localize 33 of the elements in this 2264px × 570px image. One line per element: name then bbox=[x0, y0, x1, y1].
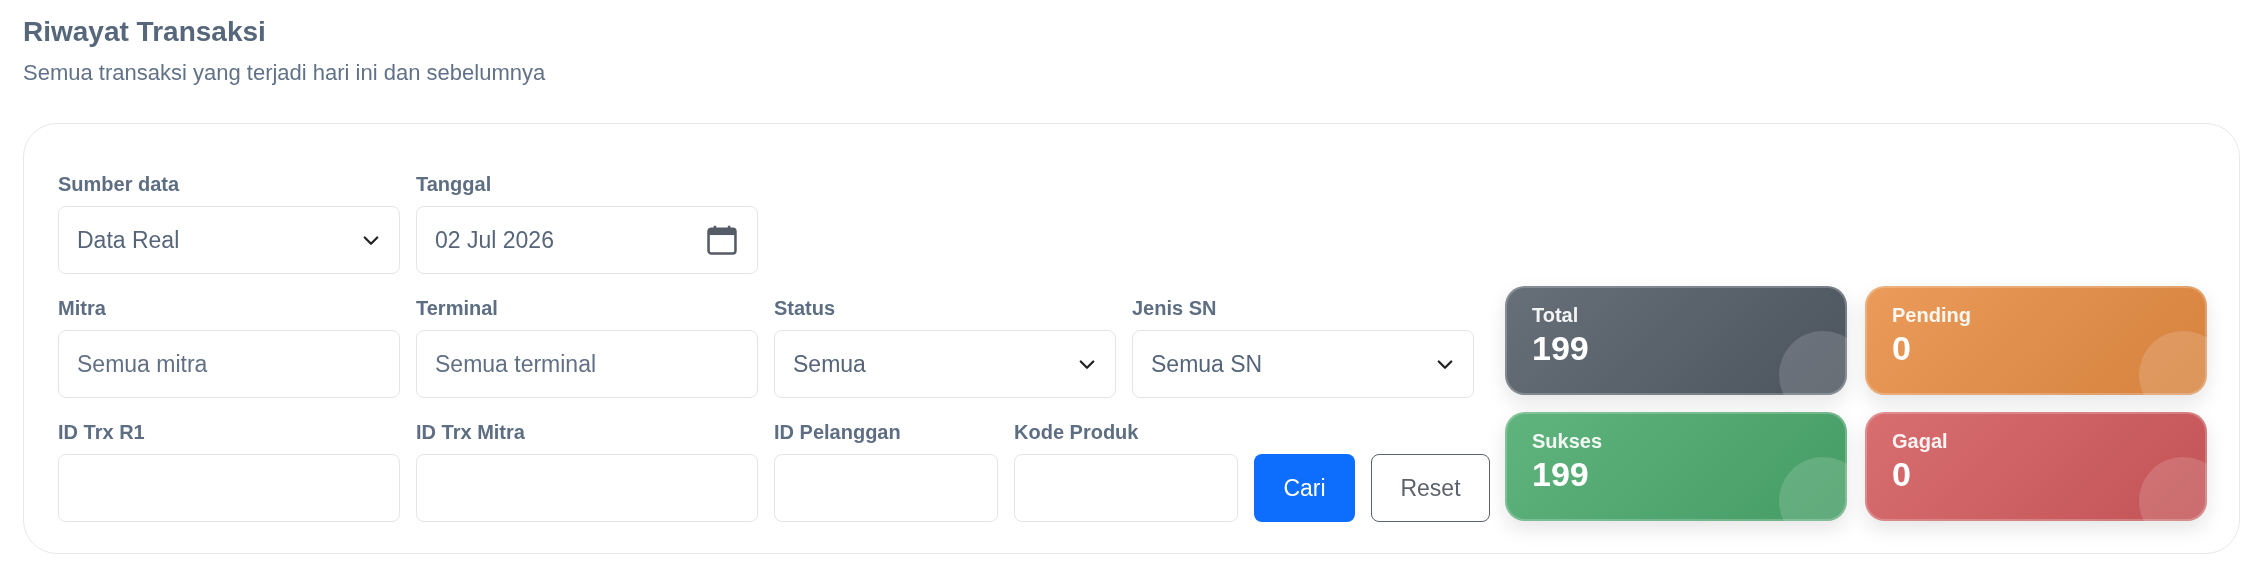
field-label: Jenis SN bbox=[1132, 296, 1218, 321]
field-label: ID Pelanggan bbox=[774, 420, 902, 445]
field-label: Kode Produk bbox=[1014, 420, 1140, 445]
date-field[interactable]: 02 Jul 2026 bbox=[416, 206, 758, 274]
stat-label: Pending bbox=[1892, 303, 1972, 328]
field-label: ID Trx Mitra bbox=[416, 420, 526, 445]
stat-label: Total bbox=[1532, 303, 1580, 328]
stat-label: Gagal bbox=[1892, 429, 1949, 454]
field-label: ID Trx R1 bbox=[58, 420, 146, 445]
field-label: Terminal bbox=[416, 296, 499, 321]
page-subtitle: Semua transaksi yang terjadi hari ini dan sebelumnya bbox=[23, 59, 547, 87]
input-field[interactable] bbox=[774, 454, 998, 522]
field-label: Mitra bbox=[58, 296, 107, 321]
stat-label: Sukses bbox=[1532, 429, 1604, 454]
select-field[interactable]: Data Real bbox=[58, 206, 400, 274]
reset-button[interactable]: Reset bbox=[1371, 454, 1490, 522]
input-field[interactable] bbox=[416, 454, 758, 522]
field-label: Status bbox=[774, 296, 837, 321]
stat-value: 0 bbox=[1892, 328, 1912, 368]
page-title: Riwayat Transaksi bbox=[23, 15, 267, 49]
input-field[interactable]: Semua mitra bbox=[58, 330, 400, 398]
field-label: Sumber data bbox=[58, 172, 181, 197]
field-label: Tanggal bbox=[416, 172, 493, 197]
input-field[interactable] bbox=[58, 454, 400, 522]
select-field[interactable]: Semua SN bbox=[1132, 330, 1474, 398]
select-field[interactable]: Semua bbox=[774, 330, 1116, 398]
calendar-icon bbox=[705, 223, 739, 257]
stat-value: 199 bbox=[1532, 454, 1590, 494]
input-field[interactable]: Semua terminal bbox=[416, 330, 758, 398]
search-button[interactable]: Cari bbox=[1254, 454, 1355, 522]
stat-value: 199 bbox=[1532, 328, 1590, 368]
input-field[interactable] bbox=[1014, 454, 1238, 522]
stat-value: 0 bbox=[1892, 454, 1912, 494]
